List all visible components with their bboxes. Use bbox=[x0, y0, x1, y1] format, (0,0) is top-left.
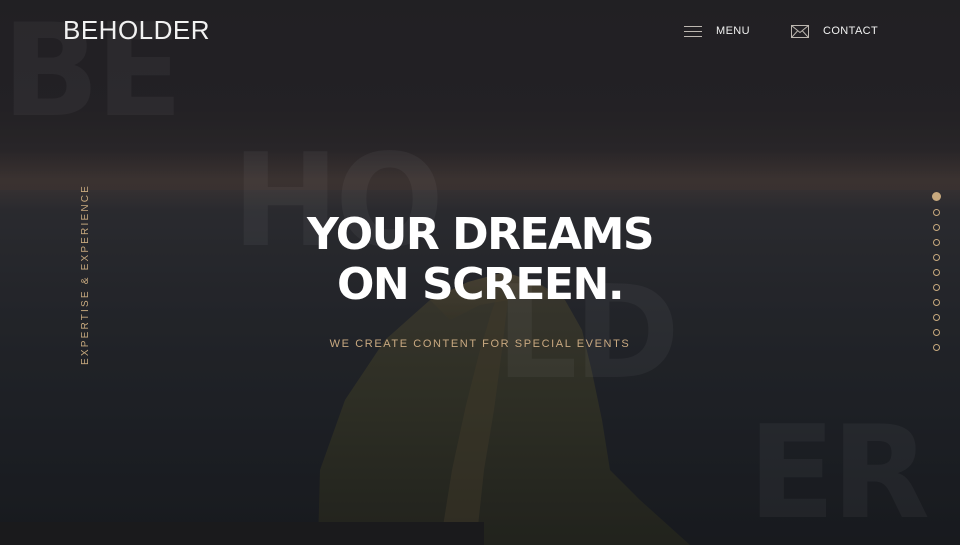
envelope-icon bbox=[791, 24, 809, 38]
contact-button[interactable]: CONTACT bbox=[791, 20, 878, 42]
slider-pagination bbox=[932, 192, 942, 359]
slider-dot-11[interactable] bbox=[933, 344, 940, 351]
slider-dot-3[interactable] bbox=[933, 224, 940, 231]
contact-label: CONTACT bbox=[823, 25, 879, 37]
slider-dot-1[interactable] bbox=[932, 192, 941, 201]
slider-dot-2[interactable] bbox=[933, 209, 940, 216]
slider-dot-5[interactable] bbox=[933, 254, 940, 261]
hero-subtitle: WE CREATE CONTENT FOR SPECIAL EVENTS bbox=[329, 338, 631, 350]
slider-dot-8[interactable] bbox=[933, 299, 940, 306]
bottom-bar bbox=[0, 522, 484, 545]
menu-label: MENU bbox=[716, 25, 750, 37]
slider-dot-6[interactable] bbox=[933, 269, 940, 276]
slider-dot-10[interactable] bbox=[933, 329, 940, 336]
menu-button[interactable]: MENU bbox=[684, 20, 750, 42]
slider-dot-4[interactable] bbox=[933, 239, 940, 246]
site-logo[interactable]: BEHOLDER bbox=[63, 15, 210, 46]
hamburger-icon bbox=[684, 25, 702, 37]
hero-title-line-2: ON SCREEN. bbox=[336, 259, 625, 310]
slider-dot-9[interactable] bbox=[933, 314, 940, 321]
hero-title-line-1: YOUR DREAMS bbox=[306, 209, 655, 260]
slider-dot-7[interactable] bbox=[933, 284, 940, 291]
hero-title: YOUR DREAMS ON SCREEN. bbox=[0, 210, 960, 310]
